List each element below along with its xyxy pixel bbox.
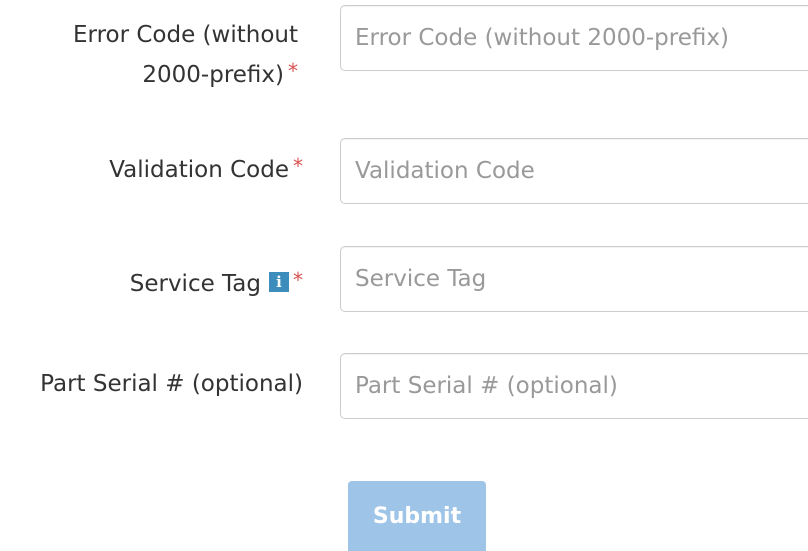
required-mark: * (293, 154, 303, 178)
validation-code-label: Validation Code * (109, 150, 303, 190)
service-tag-label-text: Service Tag (129, 271, 261, 297)
error-code-label: Error Code (without 2000-prefix) * (73, 15, 298, 95)
required-mark: * (293, 268, 303, 292)
part-serial-label-text: Part Serial # (optional) (40, 371, 303, 397)
info-icon[interactable]: i (269, 271, 289, 292)
service-tag-label: Service Tag i * (130, 264, 303, 304)
validation-code-input[interactable] (340, 138, 808, 204)
required-mark: * (288, 59, 298, 83)
error-code-label-line1: Error Code (without (72, 22, 298, 48)
submit-button[interactable]: Submit (348, 481, 486, 551)
part-serial-input[interactable] (340, 353, 808, 419)
error-code-label-line2-wrap: 2000-prefix) * (73, 55, 298, 95)
validation-code-label-text: Validation Code (109, 157, 289, 183)
error-code-input[interactable] (340, 5, 808, 71)
part-serial-label: Part Serial # (optional) (40, 364, 303, 404)
error-code-label-line2: 2000-prefix) (142, 62, 284, 88)
service-tag-input[interactable] (340, 246, 808, 312)
